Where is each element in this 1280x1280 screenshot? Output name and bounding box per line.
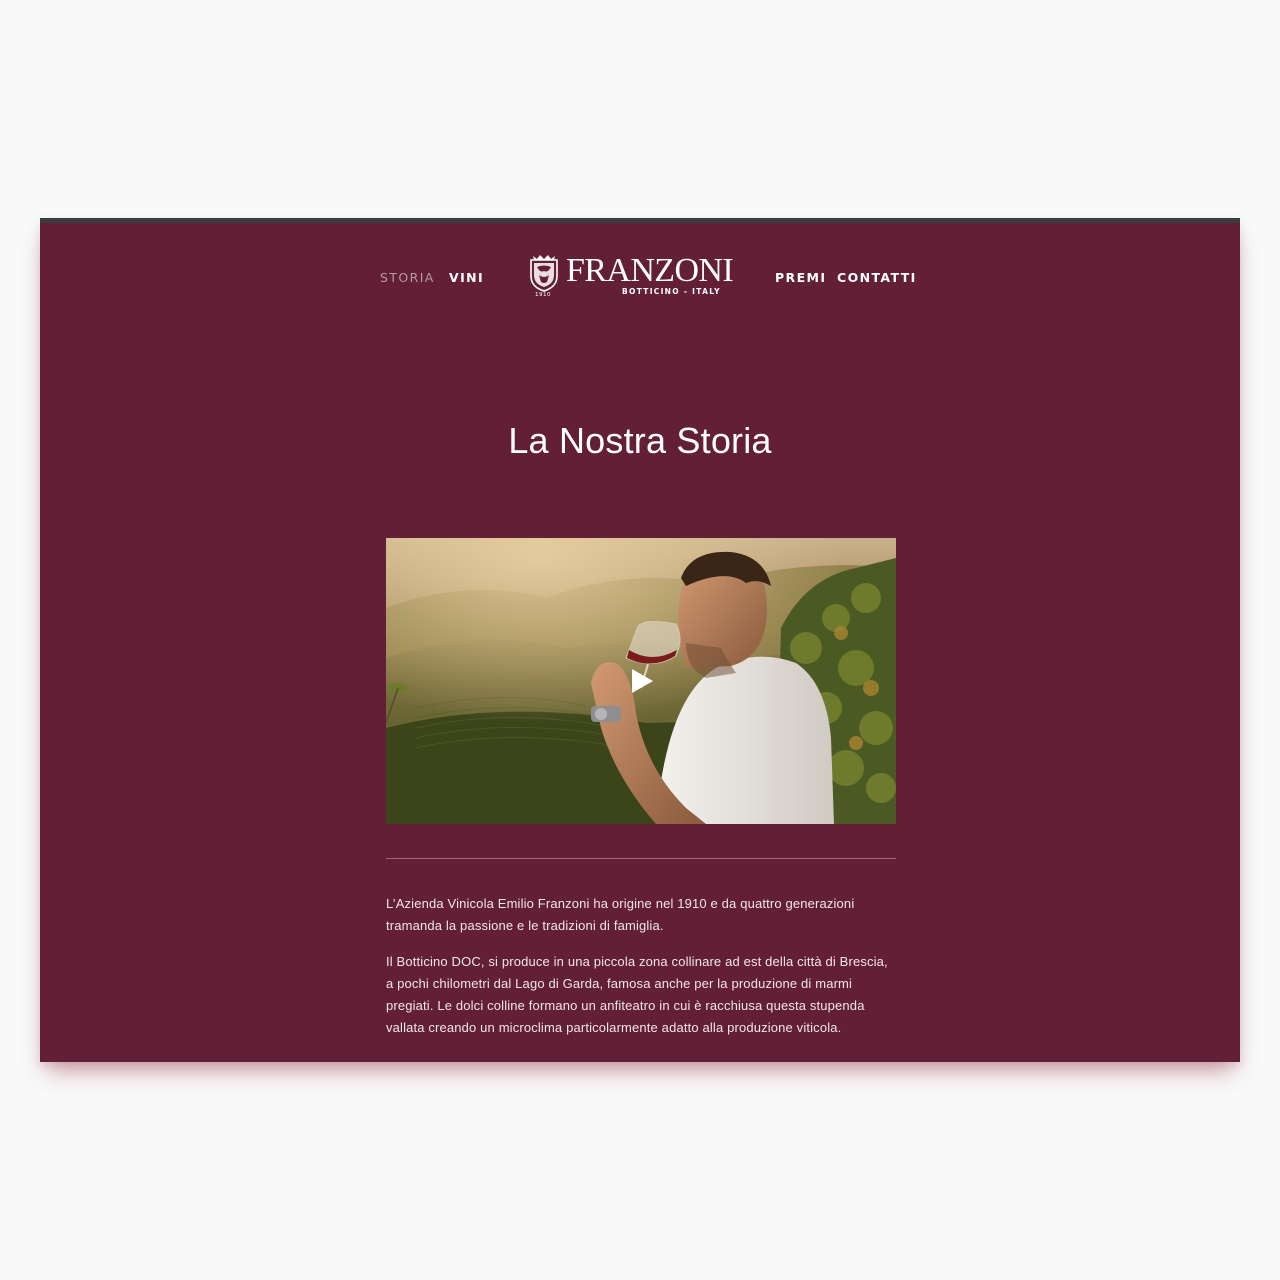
play-icon[interactable]	[626, 666, 656, 696]
franzoni-logo[interactable]: 1910 FRANZONI BOTTICINO - ITALY	[526, 252, 734, 298]
crest-icon	[530, 255, 558, 292]
page-title: La Nostra Storia	[508, 420, 772, 461]
nav-vini[interactable]: VINI	[449, 270, 484, 285]
story-video[interactable]	[386, 538, 896, 824]
story-paragraph-2: Il Botticino DOC, si produce in una picc…	[386, 954, 888, 1035]
nav-premi[interactable]: PREMI	[775, 270, 826, 285]
logo-tagline: BOTTICINO - ITALY	[622, 287, 721, 296]
browser-frame: STORIA VINI 1910 FRANZONI BOTTICINO - IT…	[40, 218, 1240, 1062]
nav-storia[interactable]: STORIA	[380, 270, 435, 285]
logo-brand: FRANZONI	[566, 252, 734, 289]
story-paragraph-1: L’Azienda Vinicola Emilio Franzoni ha or…	[386, 896, 855, 933]
nav-contatti[interactable]: CONTATTI	[837, 270, 917, 285]
content-divider	[386, 858, 896, 859]
logo-year: 1910	[535, 292, 551, 298]
